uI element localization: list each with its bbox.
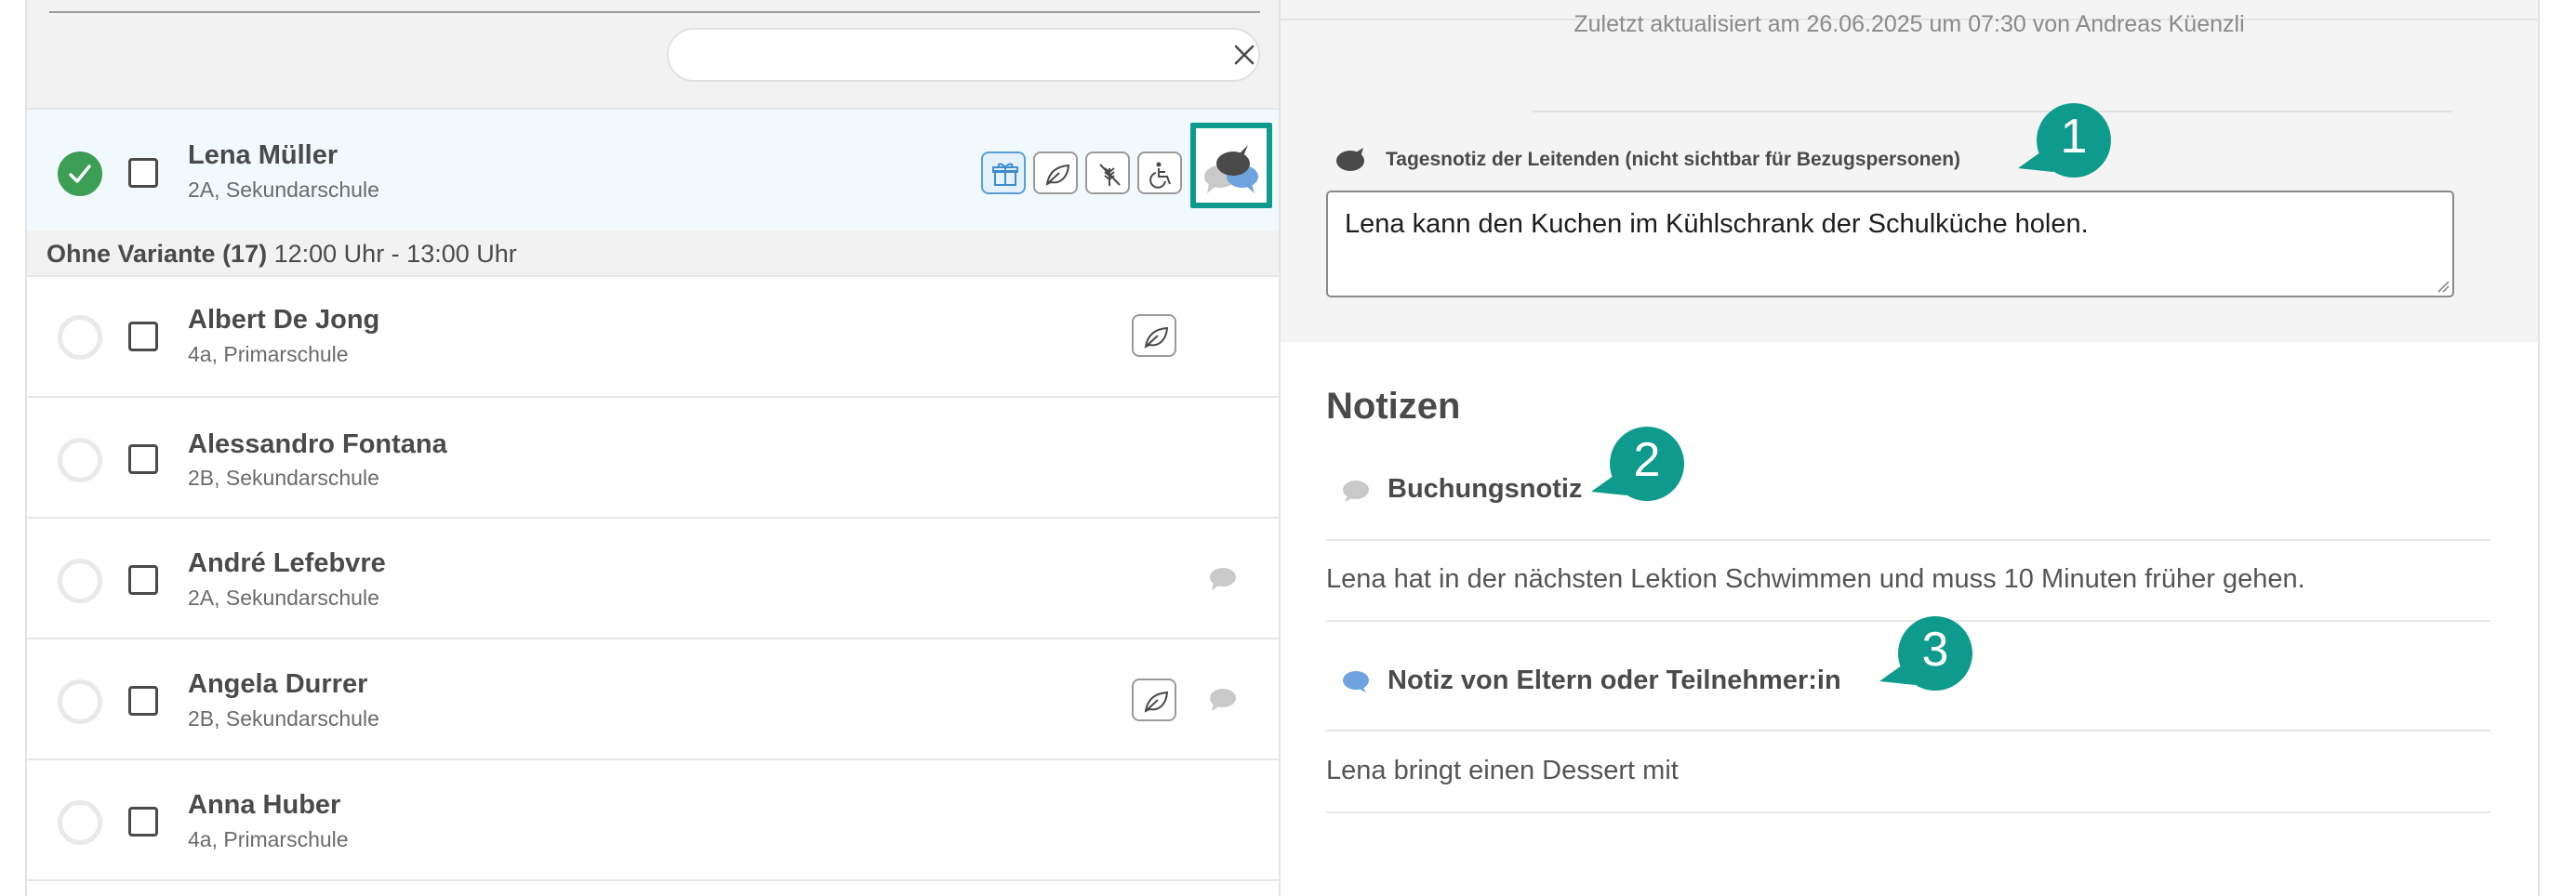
person-name: Alessandro Fontana: [188, 429, 447, 459]
row-checkbox[interactable]: [128, 444, 158, 474]
leaf-icon: [1132, 679, 1176, 721]
parent-note-text: Lena bringt einen Dessert mit: [1326, 756, 1679, 785]
no-gluten-icon: [1085, 152, 1130, 194]
person-class: 2B, Sekundarschule: [188, 466, 379, 490]
person-name: Angela Durrer: [188, 669, 368, 699]
resize-handle-icon[interactable]: [2435, 278, 2450, 293]
leaf-icon: [1033, 152, 1078, 194]
divider: [1326, 730, 2490, 731]
daily-note-textarea[interactable]: Lena kann den Kuchen im Kühlschrank der …: [1326, 191, 2454, 297]
list-item[interactable]: Angela Durrer 2B, Sekundarschule: [27, 639, 1279, 760]
check-in-toggle[interactable]: [58, 315, 102, 360]
leaf-icon: [1132, 314, 1176, 357]
last-updated-text: Zuletzt aktualisiert am 26.06.2025 um 07…: [1573, 11, 2245, 37]
person-class: 2A, Sekundarschule: [188, 586, 379, 610]
group-header: Ohne Variante (17) 12:00 Uhr - 13:00 Uhr: [27, 231, 1279, 277]
booking-note-icon: [1210, 689, 1236, 711]
search-input[interactable]: [667, 28, 1260, 82]
daily-note-label: Tagesnotiz der Leitenden (nicht sichtbar…: [1386, 149, 1961, 170]
row-checkbox[interactable]: [128, 158, 158, 188]
list-item[interactable]: Anna Huber 4a, Primarschule: [27, 760, 1279, 881]
notes-heading: Notizen: [1326, 386, 1461, 427]
wheelchair-icon: [1137, 152, 1182, 194]
person-class: 4a, Primarschule: [188, 342, 349, 366]
group-name: Ohne Variante (17): [46, 240, 268, 268]
divider: [1326, 539, 2490, 541]
check-in-toggle[interactable]: [58, 800, 102, 845]
participant-list-panel: Lena Müller 2A, Sekundarschule Ohne Vari…: [25, 0, 1281, 896]
divider: [2538, 0, 2540, 896]
notes-button[interactable]: [1190, 123, 1272, 208]
divider: [1532, 111, 2452, 112]
group-time: 12:00 Uhr - 13:00 Uhr: [273, 240, 517, 268]
row-checkbox[interactable]: [128, 807, 158, 837]
checked-in-icon[interactable]: [58, 152, 102, 196]
search-area: [27, 0, 1279, 109]
booking-note-icon: [1343, 481, 1369, 502]
speech-bubbles-icon: [1204, 145, 1258, 193]
booking-note-text: Lena hat in der nächsten Lektion Schwimm…: [1326, 564, 2305, 594]
check-in-toggle[interactable]: [58, 679, 102, 724]
parent-note-title: Notiz von Eltern oder Teilnehmer:in: [1388, 665, 1841, 695]
callout-marker-1: 1: [2016, 92, 2111, 189]
person-class: 4a, Primarschule: [188, 827, 349, 851]
callout-marker-3: 3: [1878, 605, 1972, 702]
row-checkbox[interactable]: [128, 686, 158, 716]
callout-number: 1: [2060, 110, 2088, 164]
close-icon[interactable]: [1230, 41, 1258, 69]
check-in-toggle[interactable]: [58, 438, 102, 482]
divider: [49, 11, 1260, 13]
daily-note-icon: [1336, 148, 1364, 171]
person-class: 2B, Sekundarschule: [188, 706, 379, 731]
booking-note-title: Buchungsnotiz: [1388, 474, 1583, 504]
person-name: André Lefebvre: [188, 548, 386, 578]
list-item[interactable]: André Lefebvre 2A, Sekundarschule: [27, 519, 1279, 639]
callout-number: 3: [1921, 623, 1949, 677]
person-name: Albert De Jong: [188, 305, 380, 335]
booking-note-icon: [1210, 568, 1236, 590]
note-detail-panel: Zuletzt aktualisiert am 26.06.2025 um 07…: [1281, 0, 2576, 896]
list-item[interactable]: Alessandro Fontana 2B, Sekundarschule: [27, 398, 1279, 519]
daily-note-value: Lena kann den Kuchen im Kühlschrank der …: [1345, 209, 2089, 239]
list-item-selected[interactable]: Lena Müller 2A, Sekundarschule: [27, 108, 1279, 232]
row-checkbox[interactable]: [128, 565, 158, 595]
callout-marker-2: 2: [1589, 415, 1684, 512]
list-item[interactable]: Albert De Jong 4a, Primarschule: [27, 277, 1279, 398]
parent-note-icon: [1343, 671, 1369, 692]
row-checkbox[interactable]: [128, 322, 158, 351]
person-name: Lena Müller: [188, 140, 339, 170]
callout-number: 2: [1633, 433, 1661, 487]
gift-icon: [981, 152, 1026, 194]
divider: [1326, 811, 2490, 813]
person-class: 2A, Sekundarschule: [188, 178, 379, 202]
person-name: Anna Huber: [188, 790, 341, 820]
check-in-toggle[interactable]: [58, 559, 102, 603]
